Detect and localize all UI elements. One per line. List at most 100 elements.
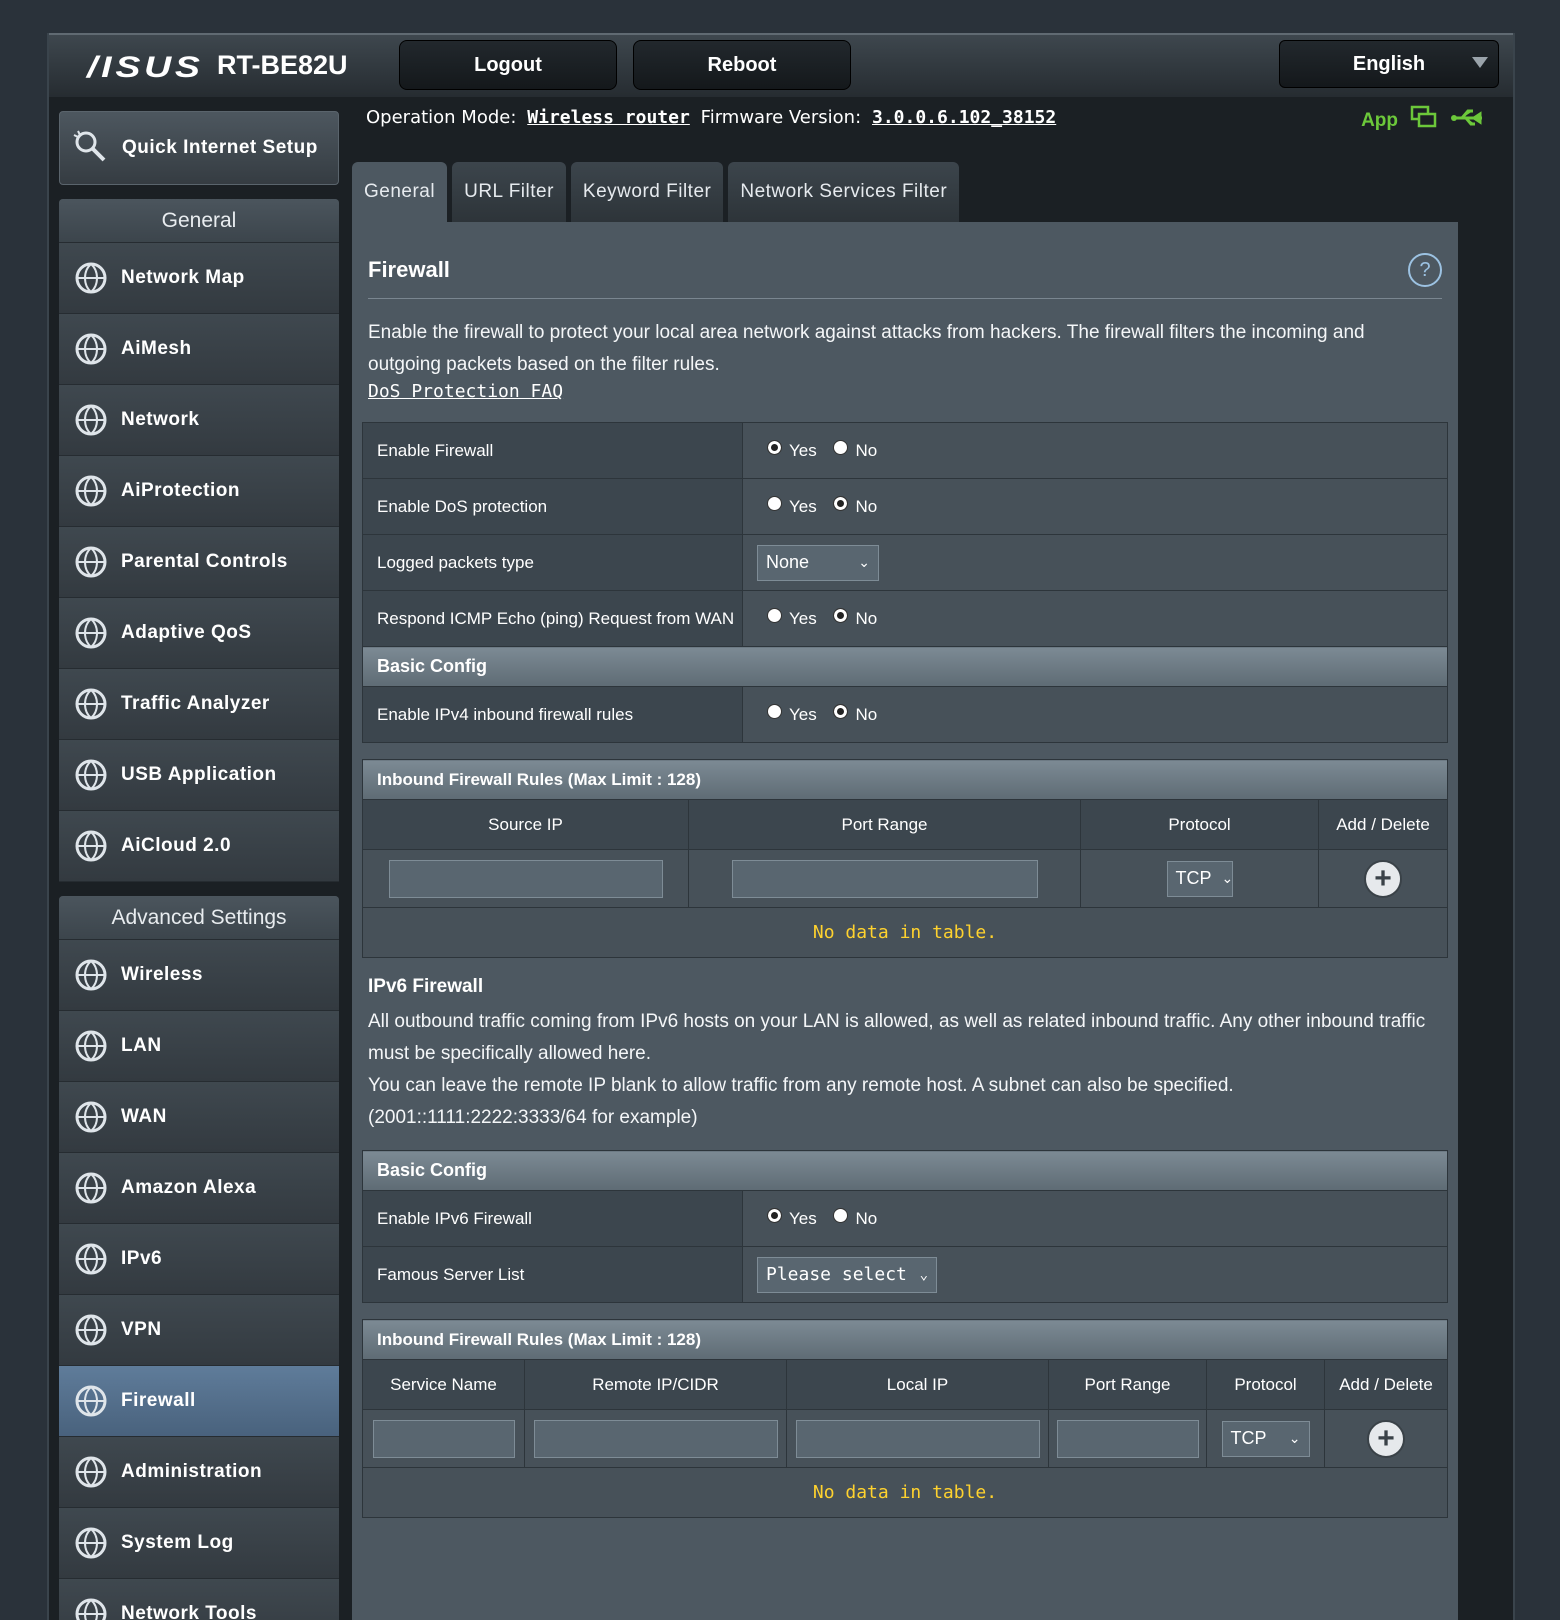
setting-label: Logged packets type (362, 534, 743, 591)
globe-network-icon (69, 256, 113, 300)
col-protocol: Protocol (1080, 799, 1319, 850)
sidebar-item-firewall[interactable]: Firewall (59, 1366, 339, 1437)
tab-general[interactable]: General (352, 162, 448, 222)
local-ip-input[interactable] (795, 1419, 1040, 1458)
language-select[interactable]: English (1279, 40, 1499, 88)
sidebar-item-label: LAN (121, 1035, 162, 1056)
op-mode-link[interactable]: Wireless router (527, 107, 690, 128)
op-mode-label: Operation Mode: (366, 107, 517, 128)
sidebar-item-vpn[interactable]: VPN (59, 1295, 339, 1366)
protocol-select[interactable]: TCP ⌄ (1166, 860, 1233, 897)
app-link[interactable]: App (1361, 110, 1398, 132)
sidebar-item-usb-application[interactable]: USB Application (59, 740, 339, 811)
radio-yes[interactable]: Yes (767, 607, 817, 629)
family-icon (69, 540, 113, 584)
radio-yes[interactable]: Yes (767, 703, 817, 725)
col-add-delete: Add / Delete (1318, 799, 1448, 850)
enable-firewall-radios: Yes No (742, 422, 1448, 479)
logout-button[interactable]: Logout (399, 40, 617, 90)
ipv6-inbound-rules-table: Inbound Firewall Rules (Max Limit : 128)… (362, 1319, 1448, 1518)
sidebar-item-ipv6[interactable]: IPv6 (59, 1224, 339, 1295)
sidebar-item-label: IPv6 (121, 1248, 163, 1269)
sidebar-item-label: Traffic Analyzer (121, 693, 270, 714)
radio-no[interactable]: No (833, 703, 877, 725)
ipv6-title: IPv6 Firewall (368, 976, 484, 997)
general-menu: General Network Map AiMesh Network AiProtec… (59, 199, 339, 882)
col-port-range: Port Range (688, 799, 1081, 850)
tab-bar: General URL Filter Keyword Filter Networ… (352, 162, 960, 222)
sidebar-item-network-tools[interactable]: Network Tools (59, 1579, 339, 1620)
setting-label: Famous Server List (362, 1246, 743, 1303)
help-icon[interactable]: ? (1408, 253, 1442, 287)
ipv6-firewall-radios: Yes No (742, 1190, 1448, 1247)
famous-server-select[interactable]: Please select ⌄ (757, 1256, 937, 1293)
radio-yes[interactable]: Yes (767, 495, 817, 517)
usb-icon (69, 753, 113, 797)
language-label: English (1352, 52, 1426, 75)
sidebar-item-aiprotection[interactable]: AiProtection (59, 456, 339, 527)
firmware-label: Firmware Version: (700, 107, 862, 128)
sidebar-item-wan[interactable]: WAN (59, 1082, 339, 1153)
sidebar-item-label: Network (121, 409, 200, 430)
shield-lock-icon (69, 469, 113, 513)
col-port-range: Port Range (1048, 1359, 1207, 1410)
source-ip-input[interactable] (388, 859, 663, 898)
sidebar-item-label: System Log (121, 1532, 234, 1553)
dos-radios: Yes No (742, 478, 1448, 535)
setting-row-ipv4-inbound: Enable IPv4 inbound firewall rules Yes N… (362, 686, 1448, 743)
ipv6-port-range-input[interactable] (1056, 1419, 1199, 1458)
service-name-input[interactable] (372, 1419, 515, 1458)
section-basic-config-ipv6: Basic Config (362, 1150, 1448, 1191)
sidebar-item-system-log[interactable]: System Log (59, 1508, 339, 1579)
sidebar-item-aimesh[interactable]: AiMesh (59, 314, 339, 385)
sidebar-item-label: Amazon Alexa (121, 1177, 257, 1198)
sidebar-item-network[interactable]: Network (59, 385, 339, 456)
inbound-rules-title-ipv6: Inbound Firewall Rules (Max Limit : 128) (362, 1319, 1448, 1360)
sidebar-item-parental-controls[interactable]: Parental Controls (59, 527, 339, 598)
sidebar-item-lan[interactable]: LAN (59, 1011, 339, 1082)
radio-no[interactable]: No (833, 439, 877, 461)
general-title: General (59, 199, 339, 243)
ipv6-globe-icon (69, 1237, 113, 1281)
speedometer-icon (69, 611, 113, 655)
dos-faq-link[interactable]: DoS Protection FAQ (362, 381, 1448, 402)
chevron-down-icon (1472, 57, 1488, 68)
usb-status-icon[interactable] (1450, 105, 1484, 136)
logged-packets-select[interactable]: None ⌄ (757, 544, 879, 581)
ipv6-protocol-select[interactable]: TCP ⌄ (1221, 1420, 1310, 1457)
divider (368, 298, 1442, 299)
radio-no[interactable]: No (833, 607, 877, 629)
ipv4-inbound-rules-table: Inbound Firewall Rules (Max Limit : 128)… (362, 759, 1448, 958)
advanced-menu: Advanced Settings Wireless LAN WAN Amazon A… (59, 896, 339, 1620)
setting-row-logged-packets: Logged packets type None ⌄ (362, 534, 1448, 591)
sidebar-item-network-map[interactable]: Network Map (59, 243, 339, 314)
sidebar-item-wireless[interactable]: Wireless (59, 940, 339, 1011)
cloud-icon (69, 824, 113, 868)
quick-internet-setup-button[interactable]: Quick Internet Setup (59, 111, 339, 185)
sidebar-item-traffic-analyzer[interactable]: Traffic Analyzer (59, 669, 339, 740)
port-range-input[interactable] (731, 859, 1038, 898)
monitor-link-icon[interactable] (1410, 105, 1438, 136)
router-frame: /ISUS RT-BE82U Logout Reboot English Qui… (47, 33, 1515, 1620)
tab-url-filter[interactable]: URL Filter (452, 162, 566, 222)
status-line: Operation Mode: Wireless router Firmware… (366, 107, 1056, 128)
sidebar-item-administration[interactable]: Administration (59, 1437, 339, 1508)
sidebar-item-label: Administration (121, 1461, 263, 1482)
page-title: Firewall (368, 257, 450, 282)
radio-yes[interactable]: Yes (767, 439, 817, 461)
sidebar-item-amazon-alexa[interactable]: Amazon Alexa (59, 1153, 339, 1224)
firmware-link[interactable]: 3.0.0.6.102_38152 (872, 107, 1056, 128)
sidebar-item-aicloud-2-0[interactable]: AiCloud 2.0 (59, 811, 339, 882)
ipv4-inbound-radios: Yes No (742, 686, 1448, 743)
add-rule-icon[interactable]: + (1364, 859, 1402, 898)
sidebar-item-label: AiProtection (121, 480, 240, 501)
reboot-button[interactable]: Reboot (633, 40, 851, 90)
tab-keyword-filter[interactable]: Keyword Filter (570, 162, 724, 222)
radio-no[interactable]: No (833, 1207, 877, 1229)
radio-no[interactable]: No (833, 495, 877, 517)
add-ipv6-rule-icon[interactable]: + (1367, 1419, 1405, 1458)
tab-network-services-filter[interactable]: Network Services Filter (728, 162, 960, 222)
sidebar-item-adaptive-qos[interactable]: Adaptive QoS (59, 598, 339, 669)
remote-ip-input[interactable] (533, 1419, 778, 1458)
radio-yes[interactable]: Yes (767, 1207, 817, 1229)
